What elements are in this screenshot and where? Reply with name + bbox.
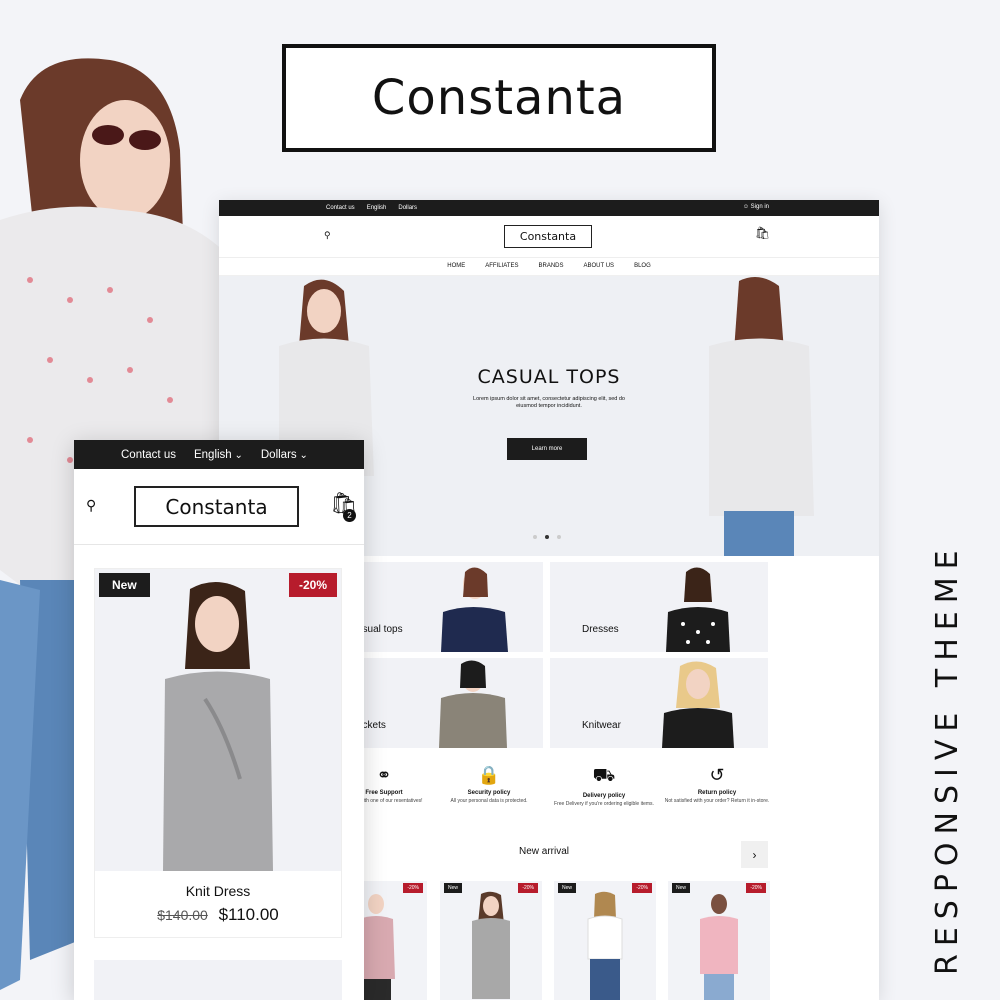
nav-affiliates[interactable]: AFFILIATES	[485, 263, 518, 275]
feature-security: 🔒 Security policy All your personal data…	[434, 765, 544, 804]
product-card[interactable]: New -20%	[668, 881, 770, 1000]
search-icon[interactable]: ⚲	[86, 497, 96, 514]
product-card[interactable]: New -20%	[554, 881, 656, 1000]
brand-logo-text: Constanta	[371, 70, 627, 126]
desktop-topbar: Contact us English Dollars ☺ Sign in	[219, 200, 879, 216]
mobile-language-select[interactable]: English	[194, 449, 243, 461]
feature-text: All your personal data is protected.	[450, 798, 528, 804]
discount-badge: -20%	[403, 883, 423, 893]
feature-title: Return policy	[697, 790, 737, 796]
discount-badge: -20%	[632, 883, 652, 893]
product-card[interactable]: New -20%	[440, 881, 542, 1000]
old-price: $140.00	[157, 907, 208, 923]
product-image	[472, 891, 510, 999]
cart-icon[interactable]: 🛍	[755, 226, 770, 240]
nav-home[interactable]: HOME	[447, 263, 465, 275]
mobile-logo[interactable]: Constanta	[134, 486, 299, 527]
next-product-card[interactable]	[94, 960, 342, 1000]
discount-badge: -20%	[288, 573, 337, 597]
category-image	[662, 661, 734, 748]
truck-icon: ⛟	[592, 765, 616, 785]
slide-dot[interactable]	[557, 535, 561, 539]
new-badge: New	[558, 883, 577, 893]
category-image	[666, 567, 730, 652]
product-image	[163, 581, 273, 871]
nav-brands[interactable]: BRANDS	[538, 263, 563, 275]
next-arrow-button[interactable]: ›	[741, 841, 768, 868]
learn-more-button[interactable]: Learn more	[507, 438, 587, 460]
product-image	[587, 891, 623, 1000]
feature-text: Not satisfied with your order? Return it…	[664, 798, 770, 804]
product-price: $140.00 $110.00	[95, 905, 341, 925]
product-image	[700, 894, 738, 1000]
cart-icon[interactable]: 🛍 2	[330, 491, 358, 522]
return-icon: ↺	[709, 765, 725, 785]
product-image-area: New -20%	[95, 569, 341, 871]
feature-title: Security policy	[467, 790, 511, 796]
slider-dots	[533, 535, 561, 539]
signin-label: Sign in	[750, 204, 769, 210]
feature-delivery: ⛟ Delivery policy Free Delivery if you'r…	[549, 765, 659, 807]
mobile-header: ⚲ Constanta 🛍 2	[74, 469, 364, 545]
mobile-currency-select[interactable]: Dollars	[261, 449, 308, 461]
discount-badge: -20%	[746, 883, 766, 893]
responsive-theme-label: RESPONSIVE THEME	[930, 542, 965, 975]
new-badge: New	[99, 573, 150, 597]
contact-link[interactable]: Contact us	[326, 205, 355, 211]
brand-logo-banner: Constanta	[282, 44, 716, 152]
section-title: New arrival	[519, 846, 570, 857]
product-card[interactable]: New -20% Knit Dress $140.00 $110.00	[94, 568, 342, 938]
category-dresses[interactable]: Dresses	[550, 562, 768, 652]
category-image	[439, 660, 507, 748]
desktop-logo[interactable]: Constanta	[504, 225, 592, 248]
signin-link[interactable]: ☺ Sign in	[743, 204, 769, 210]
discount-badge: -20%	[518, 883, 538, 893]
nav-about[interactable]: ABOUT US	[584, 263, 615, 275]
new-badge: New	[444, 883, 463, 893]
category-label: Dresses	[582, 624, 619, 635]
nav-blog[interactable]: BLOG	[634, 263, 651, 275]
feature-text: Free Delivery if you're ordering eligibl…	[554, 801, 654, 807]
lock-icon: 🔒	[477, 765, 501, 785]
mobile-topbar: Contact us English Dollars	[74, 440, 364, 469]
category-label: Knitwear	[582, 720, 621, 731]
search-icon[interactable]: ⚲	[324, 230, 331, 241]
desktop-header: ⚲ Constanta 🛍	[219, 216, 879, 258]
currency-select[interactable]: Dollars	[398, 205, 417, 211]
category-knitwear[interactable]: Knitwear	[550, 658, 768, 748]
mobile-contact-link[interactable]: Contact us	[121, 449, 176, 461]
slide-dot[interactable]	[533, 535, 537, 539]
current-price: $110.00	[218, 905, 279, 924]
language-select[interactable]: English	[367, 205, 387, 211]
cart-count-badge: 2	[343, 509, 356, 522]
product-name[interactable]: Knit Dress	[95, 883, 341, 899]
feature-title: Delivery policy	[582, 793, 626, 799]
new-badge: New	[672, 883, 691, 893]
category-image	[441, 567, 508, 652]
slide-dot-active[interactable]	[545, 535, 549, 539]
mobile-screen: Contact us English Dollars ⚲ Constanta 🛍…	[74, 440, 364, 1000]
feature-return: ↺ Return policy Not satisfied with your …	[662, 765, 772, 804]
hero-title: CASUAL TOPS	[477, 366, 621, 388]
hero-text: Lorem ipsum dolor sit amet, consectetur …	[473, 396, 625, 409]
hero-model-back	[709, 277, 814, 556]
main-nav: HOME AFFILIATES BRANDS ABOUT US BLOG	[219, 258, 879, 276]
chevron-right-icon: ›	[752, 847, 757, 862]
